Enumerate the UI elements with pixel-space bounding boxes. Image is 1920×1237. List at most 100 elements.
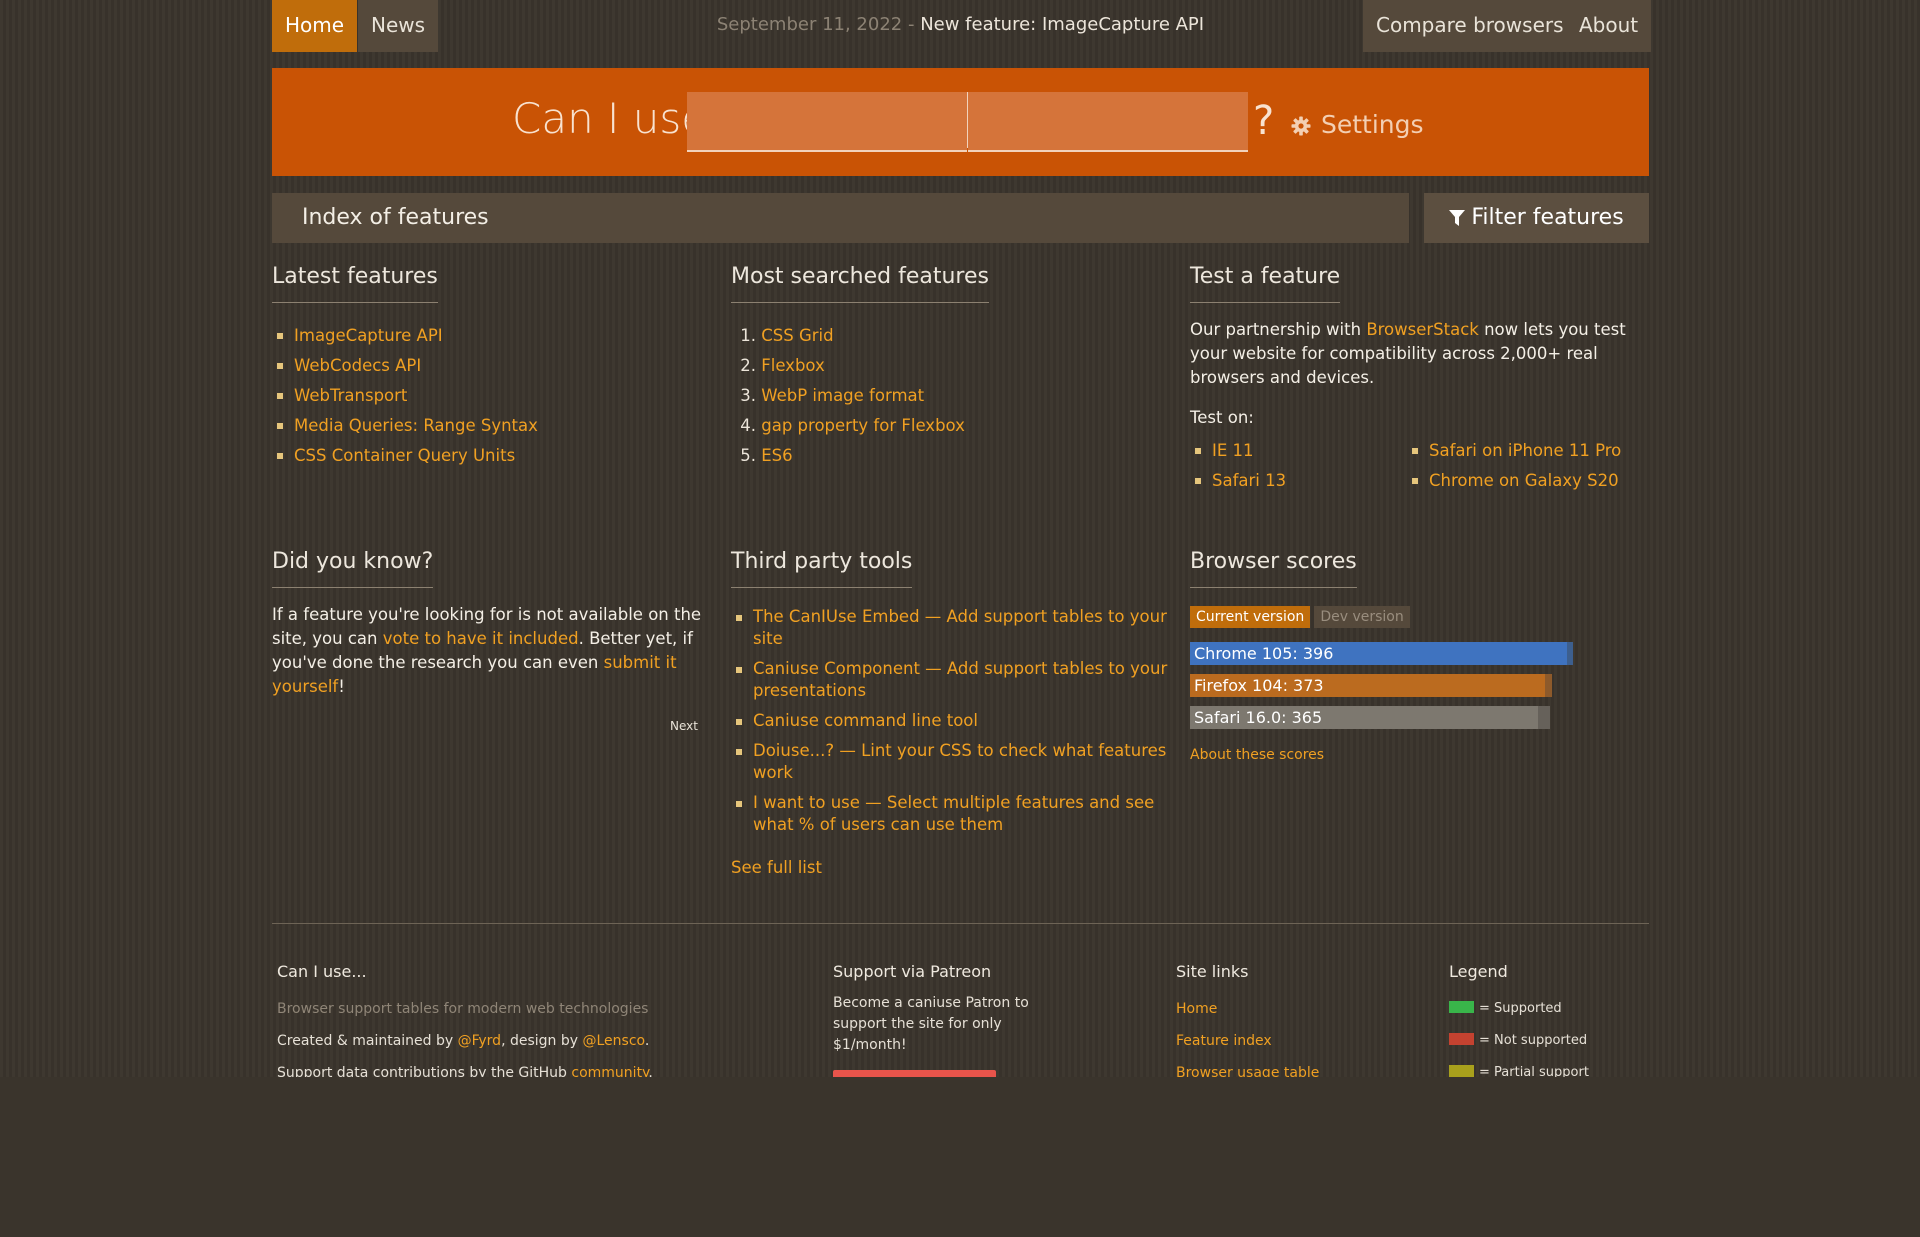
fyrd-link[interactable]: @Fyrd: [458, 1033, 501, 1049]
gear-icon: [1291, 116, 1311, 136]
about-scores-link[interactable]: About these scores: [1190, 747, 1649, 763]
lensco-link[interactable]: @Lensco: [582, 1033, 644, 1049]
vote-link[interactable]: vote to have it included: [383, 629, 579, 648]
news-title-link[interactable]: New feature: ImageCapture API: [920, 14, 1204, 35]
feature-link[interactable]: WebCodecs API: [294, 356, 421, 375]
score-bar-chrome: Chrome 105: 396: [1190, 642, 1649, 665]
test-on-label: Test on:: [1190, 408, 1254, 427]
top-nav: September 11, 2022 - New feature: ImageC…: [272, 0, 1652, 52]
feature-link[interactable]: Media Queries: Range Syntax: [294, 416, 538, 435]
footer-title: Can I use...: [277, 962, 367, 981]
latest-features-section: Latest features ImageCapture API WebCode…: [272, 264, 702, 471]
list-item: 3. WebP image format: [740, 386, 925, 405]
can-i-use-label: Can I use: [512, 94, 708, 143]
news-date: September 11, 2022 -: [716, 14, 915, 35]
latest-features-heading: Latest features: [272, 264, 438, 303]
feature-link[interactable]: WebP image format: [761, 386, 924, 405]
list-item: 5. ES6: [740, 446, 793, 465]
footer-home-link[interactable]: Home: [1176, 1001, 1217, 1017]
most-searched-list: 1. CSS Grid 2. Flexbox 3. WebP image for…: [731, 321, 1161, 471]
list-item: ImageCapture API: [272, 321, 702, 351]
nav-about-button[interactable]: About: [1566, 0, 1652, 52]
nav-news-button[interactable]: News: [358, 0, 439, 52]
next-tip-button[interactable]: Next: [272, 719, 702, 733]
third-party-tools-section: Third party tools The CanIUse Embed — Ad…: [731, 549, 1171, 877]
settings-label: Settings: [1321, 110, 1424, 139]
test-target-link[interactable]: Safari on iPhone 11 Pro: [1429, 441, 1621, 460]
nav-home-button[interactable]: Home: [272, 0, 358, 52]
list-item: Doiuse...? — Lint your CSS to check what…: [731, 740, 1171, 784]
list-item: WebCodecs API: [272, 351, 702, 381]
see-full-list-link[interactable]: See full list: [731, 858, 1171, 877]
tool-link[interactable]: The CanIUse Embed — Add support tables t…: [753, 607, 1167, 648]
score-bars: Chrome 105: 396 Firefox 104: 373 Safari …: [1190, 642, 1649, 729]
list-item: Caniuse command line tool: [731, 710, 1171, 732]
latest-features-list: ImageCapture API WebCodecs API WebTransp…: [272, 321, 702, 471]
test-feature-heading: Test a feature: [1190, 264, 1341, 303]
feature-link[interactable]: CSS Container Query Units: [294, 446, 515, 465]
list-item: CSS Container Query Units: [272, 441, 702, 471]
did-you-know-text: If a feature you're looking for is not a…: [272, 605, 702, 696]
version-toggle: Current version Dev version: [1190, 606, 1649, 628]
index-of-features-label: Index of features: [302, 205, 489, 230]
feature-link[interactable]: Flexbox: [761, 356, 825, 375]
supported-swatch: [1449, 1001, 1474, 1013]
page-bottom: [0, 1077, 1920, 1237]
test-target-link[interactable]: Chrome on Galaxy S20: [1429, 471, 1619, 490]
list-item: Safari on iPhone 11 Pro: [1407, 436, 1647, 466]
patreon-heading: Support via Patreon: [833, 962, 992, 981]
feature-link[interactable]: WebTransport: [294, 386, 407, 405]
site-links-heading: Site links: [1176, 962, 1249, 981]
partial-swatch: [1449, 1065, 1474, 1077]
feature-search-input-secondary[interactable]: [968, 92, 1248, 152]
list-item: WebTransport: [272, 381, 702, 411]
list-item: Caniuse Component — Add support tables t…: [731, 658, 1171, 702]
did-you-know-section: Did you know? If a feature you're lookin…: [272, 549, 702, 733]
list-item: Media Queries: Range Syntax: [272, 411, 702, 441]
search-band: Can I use ? Settings: [272, 68, 1649, 176]
feature-link[interactable]: CSS Grid: [761, 326, 833, 345]
tools-list: The CanIUse Embed — Add support tables t…: [731, 606, 1171, 836]
test-feature-section: Test a feature Our partnership with Brow…: [1190, 264, 1649, 506]
current-version-tab[interactable]: Current version: [1190, 606, 1311, 628]
test-target-link[interactable]: Safari 13: [1212, 471, 1286, 490]
dev-version-tab[interactable]: Dev version: [1314, 606, 1410, 628]
test-feature-text: Our partnership with BrowserStack now le…: [1190, 320, 1626, 387]
test-target-link[interactable]: IE 11: [1212, 441, 1254, 460]
list-item: IE 11: [1190, 436, 1390, 466]
score-bar-firefox: Firefox 104: 373: [1190, 674, 1649, 697]
settings-button[interactable]: Settings: [1291, 110, 1424, 139]
footer-legend: Legend = Supported = Not supported = Par…: [1449, 962, 1649, 1089]
footer-created: Created & maintained by @Fyrd, design by…: [277, 1033, 650, 1049]
filter-features-label: Filter features: [1471, 205, 1624, 230]
footer-site-links: Site links Home Feature index Browser us…: [1176, 962, 1376, 1089]
nav-compare-button[interactable]: Compare browsers: [1363, 0, 1577, 52]
list-item: 2. Flexbox: [740, 356, 825, 375]
legend-heading: Legend: [1449, 962, 1508, 981]
tool-link[interactable]: Doiuse...? — Lint your CSS to check what…: [753, 741, 1166, 782]
browser-scores-section: Browser scores Current version Dev versio…: [1190, 549, 1649, 763]
feature-link[interactable]: ES6: [761, 446, 792, 465]
patreon-text: Become a caniuse Patron to support the s…: [833, 995, 1029, 1053]
legend-not-supported: = Not supported: [1449, 1025, 1649, 1057]
filter-features-button[interactable]: Filter features: [1424, 193, 1649, 243]
tool-link[interactable]: Caniuse command line tool: [753, 711, 978, 730]
most-searched-heading: Most searched features: [731, 264, 989, 303]
did-you-know-heading: Did you know?: [272, 549, 434, 588]
index-of-features-bar[interactable]: Index of features: [272, 193, 1409, 243]
tool-link[interactable]: Caniuse Component — Add support tables t…: [753, 659, 1167, 700]
list-item: I want to use — Select multiple features…: [731, 792, 1171, 836]
list-item: Safari 13: [1190, 466, 1390, 496]
browserstack-link[interactable]: BrowserStack: [1366, 320, 1479, 339]
feature-search-input[interactable]: [687, 92, 967, 152]
not-supported-swatch: [1449, 1033, 1474, 1045]
footer: Can I use... Browser support tables for …: [272, 923, 1649, 1100]
question-mark: ?: [1253, 98, 1275, 144]
tool-link[interactable]: I want to use — Select multiple features…: [753, 793, 1154, 834]
filter-icon: [1449, 210, 1466, 226]
legend-supported: = Supported: [1449, 993, 1649, 1025]
feature-link[interactable]: ImageCapture API: [294, 326, 443, 345]
footer-feature-index-link[interactable]: Feature index: [1176, 1033, 1272, 1049]
list-item: 4. gap property for Flexbox: [740, 416, 965, 435]
feature-link[interactable]: gap property for Flexbox: [761, 416, 965, 435]
